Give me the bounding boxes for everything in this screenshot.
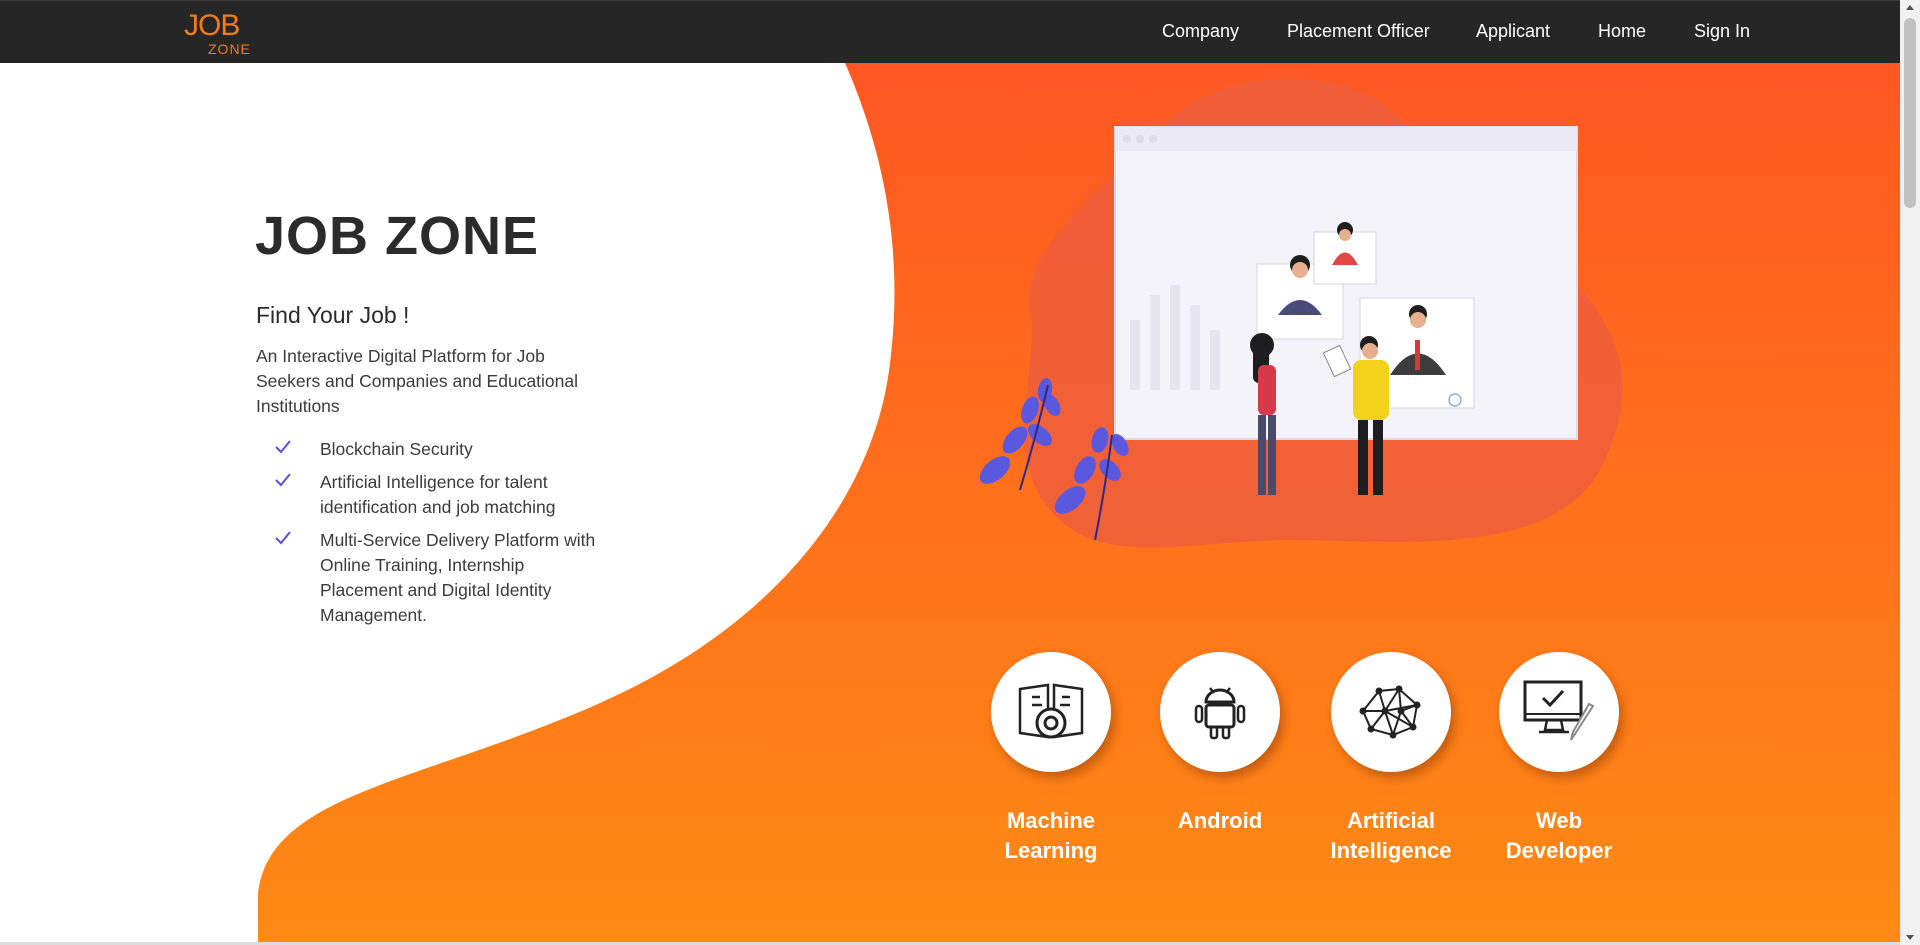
scroll-down-arrow-icon[interactable] <box>1900 929 1920 945</box>
nav-link-company[interactable]: Company <box>1162 21 1239 42</box>
nav-link-placement-officer[interactable]: Placement Officer <box>1287 21 1430 42</box>
category-web-developer[interactable]: Web Developer <box>1469 652 1649 866</box>
hero-title: JOB ZONE <box>255 206 540 266</box>
monitor-pen-icon <box>1523 680 1595 741</box>
feature-text: Multi-Service Delivery Platform with Onl… <box>320 530 596 625</box>
category-circle[interactable] <box>1499 652 1619 772</box>
scroll-up-arrow-icon[interactable] <box>1900 0 1920 16</box>
category-label: Machine Learning <box>1004 808 1098 863</box>
logo-text-zone: ZONE <box>208 41 251 57</box>
feature-text: Artificial Intelligence for talent ident… <box>320 472 556 517</box>
logo-text-job: JOB <box>184 9 240 42</box>
android-icon <box>1194 687 1246 740</box>
category-machine-learning[interactable]: Machine Learning <box>961 652 1141 866</box>
hero-description: An Interactive Digital Platform for Job … <box>256 346 579 416</box>
feature-item: Multi-Service Delivery Platform with Onl… <box>256 528 596 628</box>
feature-text: Blockchain Security <box>320 439 473 459</box>
top-navbar: JOB ZONE Company Placement Officer Appli… <box>0 0 1900 63</box>
check-icon <box>275 440 291 454</box>
category-android[interactable]: Android <box>1130 652 1310 836</box>
neural-network-icon <box>1359 685 1421 739</box>
feature-item: Artificial Intelligence for talent ident… <box>256 470 596 520</box>
job-zone-logo[interactable]: JOB ZONE <box>184 11 254 59</box>
category-artificial-intelligence[interactable]: Artificial Intelligence <box>1301 652 1481 866</box>
vertical-scrollbar[interactable] <box>1900 0 1920 945</box>
check-icon <box>275 473 291 487</box>
nav-link-home[interactable]: Home <box>1598 21 1646 42</box>
feature-list: Blockchain Security Artificial Intellige… <box>256 437 596 636</box>
category-label: Android <box>1177 808 1263 833</box>
nav-link-applicant[interactable]: Applicant <box>1476 21 1550 42</box>
machine-learning-icon <box>1018 683 1084 739</box>
scrollbar-thumb[interactable] <box>1904 18 1916 208</box>
category-label: Artificial Intelligence <box>1330 808 1452 863</box>
hero-illustration <box>979 78 1623 548</box>
check-icon <box>275 531 291 545</box>
hero-subtitle: Find Your Job ! <box>256 302 410 328</box>
category-circle[interactable] <box>991 652 1111 772</box>
nav-link-sign-in[interactable]: Sign In <box>1694 21 1750 42</box>
category-label: Web Developer <box>1505 808 1613 863</box>
category-circle[interactable] <box>1331 652 1451 772</box>
feature-item: Blockchain Security <box>256 437 596 462</box>
category-circle[interactable] <box>1160 652 1280 772</box>
